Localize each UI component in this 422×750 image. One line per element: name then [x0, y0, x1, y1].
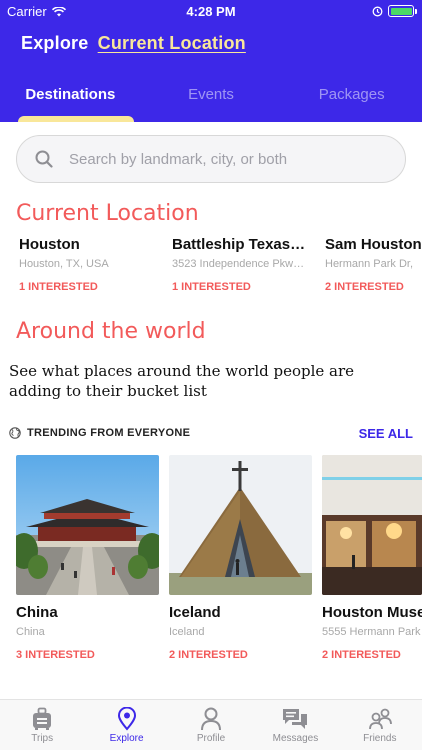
- nav-label: Messages: [272, 733, 319, 744]
- destination-photo: [322, 455, 422, 595]
- interested-count: 3 INTERESTED: [16, 649, 95, 661]
- destination-subtitle: China: [16, 626, 45, 638]
- explore-tabs: Destinations Events Packages: [0, 66, 422, 122]
- nav-messages[interactable]: Messages: [253, 700, 337, 750]
- battery-icon: [388, 5, 417, 17]
- tab-events[interactable]: Events: [141, 66, 282, 122]
- alarm-icon: [372, 6, 383, 16]
- interested-count: 2 INTERESTED: [169, 649, 248, 661]
- status-right: [372, 5, 417, 17]
- tab-packages[interactable]: Packages: [281, 66, 422, 122]
- current-location-link[interactable]: Current Location: [98, 33, 246, 53]
- trending-label: TRENDING FROM EVERYONE: [27, 427, 191, 439]
- chat-bubbles-icon: [283, 709, 308, 729]
- location-card[interactable]: Battleship Texas State Historic Site 352…: [172, 236, 307, 293]
- interested-count: 1 INTERESTED: [172, 281, 251, 293]
- suitcase-icon: [33, 707, 52, 730]
- interested-count: 1 INTERESTED: [19, 281, 98, 293]
- nav-friends[interactable]: Friends: [338, 700, 422, 750]
- nav-profile[interactable]: Profile: [169, 700, 253, 750]
- nav-label: Explore: [109, 733, 144, 744]
- location-name: Battleship Texas State Historic Site: [172, 236, 307, 253]
- location-name: Sam Houston Park: [325, 236, 422, 253]
- status-bar: Carrier 4:28 PM: [0, 0, 422, 22]
- around-world-description: See what places around the world people …: [9, 362, 355, 400]
- nav-label: Profile: [196, 733, 226, 744]
- location-card[interactable]: Houston Houston, TX, USA 1 INTERESTED: [19, 236, 149, 293]
- see-all-link[interactable]: SEE ALL: [359, 426, 413, 441]
- trending-card[interactable]: China China 3 INTERESTED: [16, 455, 159, 661]
- current-location-heading: Current Location: [16, 201, 199, 226]
- tab-destinations[interactable]: Destinations: [0, 66, 141, 122]
- destination-name: Iceland: [169, 604, 221, 621]
- bottom-tab-bar: Trips Explore Profile Messages Friends: [0, 699, 422, 750]
- destination-name: Houston Museum: [322, 604, 422, 621]
- destination-photo: [16, 455, 159, 595]
- search-input[interactable]: [69, 150, 369, 168]
- friends-icon: [368, 708, 392, 730]
- location-address: Hermann Park Dr,: [325, 258, 414, 270]
- interested-count: 2 INTERESTED: [325, 281, 404, 293]
- location-pin-icon: [117, 707, 136, 731]
- search-bar: [16, 135, 406, 183]
- globe-icon: [9, 427, 21, 439]
- destination-subtitle: Iceland: [169, 626, 205, 638]
- app-header: Carrier 4:28 PM Explore Current Location…: [0, 0, 422, 122]
- trending-card[interactable]: Houston Museum 5555 Hermann Park 2 INTER…: [322, 455, 422, 661]
- location-name: Houston: [19, 236, 80, 253]
- around-world-heading: Around the world: [16, 319, 206, 344]
- nav-trips[interactable]: Trips: [0, 700, 84, 750]
- location-address: Houston, TX, USA: [19, 258, 109, 270]
- destination-name: China: [16, 604, 58, 621]
- page-title: Explore Current Location: [21, 33, 246, 54]
- page-title-text: Explore: [21, 33, 89, 53]
- location-card[interactable]: Sam Houston Park Hermann Park Dr, 2 INTE…: [325, 236, 422, 293]
- trending-card[interactable]: Iceland Iceland 2 INTERESTED: [169, 455, 312, 661]
- nav-explore[interactable]: Explore: [84, 700, 168, 750]
- destination-subtitle: 5555 Hermann Park: [322, 626, 421, 638]
- interested-count: 2 INTERESTED: [322, 649, 401, 661]
- location-address: 3523 Independence Pkwy S: [172, 258, 307, 270]
- trending-header: TRENDING FROM EVERYONE SEE ALL: [9, 424, 413, 442]
- status-time: 4:28 PM: [186, 4, 236, 19]
- destination-photo: [169, 455, 312, 595]
- person-icon: [201, 707, 222, 731]
- nav-label: Friends: [363, 733, 397, 744]
- nav-label: Trips: [31, 733, 54, 744]
- search-icon: [35, 150, 53, 168]
